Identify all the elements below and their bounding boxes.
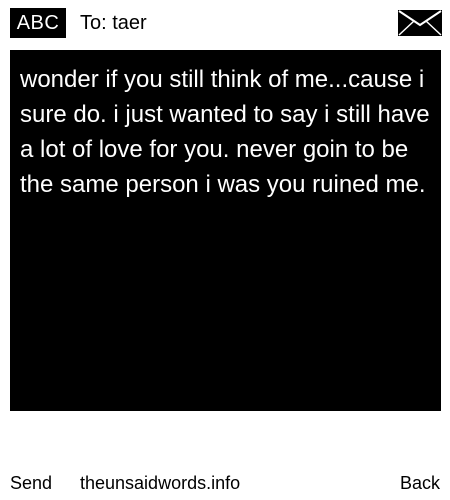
input-mode-badge[interactable]: ABC: [10, 8, 66, 38]
softkey-bar: Send theunsaidwords.info Back: [0, 466, 450, 500]
header-bar: ABC To: taer: [0, 0, 450, 46]
message-body-area[interactable]: wonder if you still think of me...cause …: [10, 50, 441, 411]
back-button[interactable]: Back: [400, 466, 440, 500]
site-label: theunsaidwords.info: [80, 473, 241, 493]
envelope-icon: [398, 10, 442, 36]
send-button[interactable]: Send: [10, 466, 52, 500]
message-text: wonder if you still think of me...cause …: [20, 66, 430, 198]
recipient-field[interactable]: To: taer: [80, 8, 147, 38]
